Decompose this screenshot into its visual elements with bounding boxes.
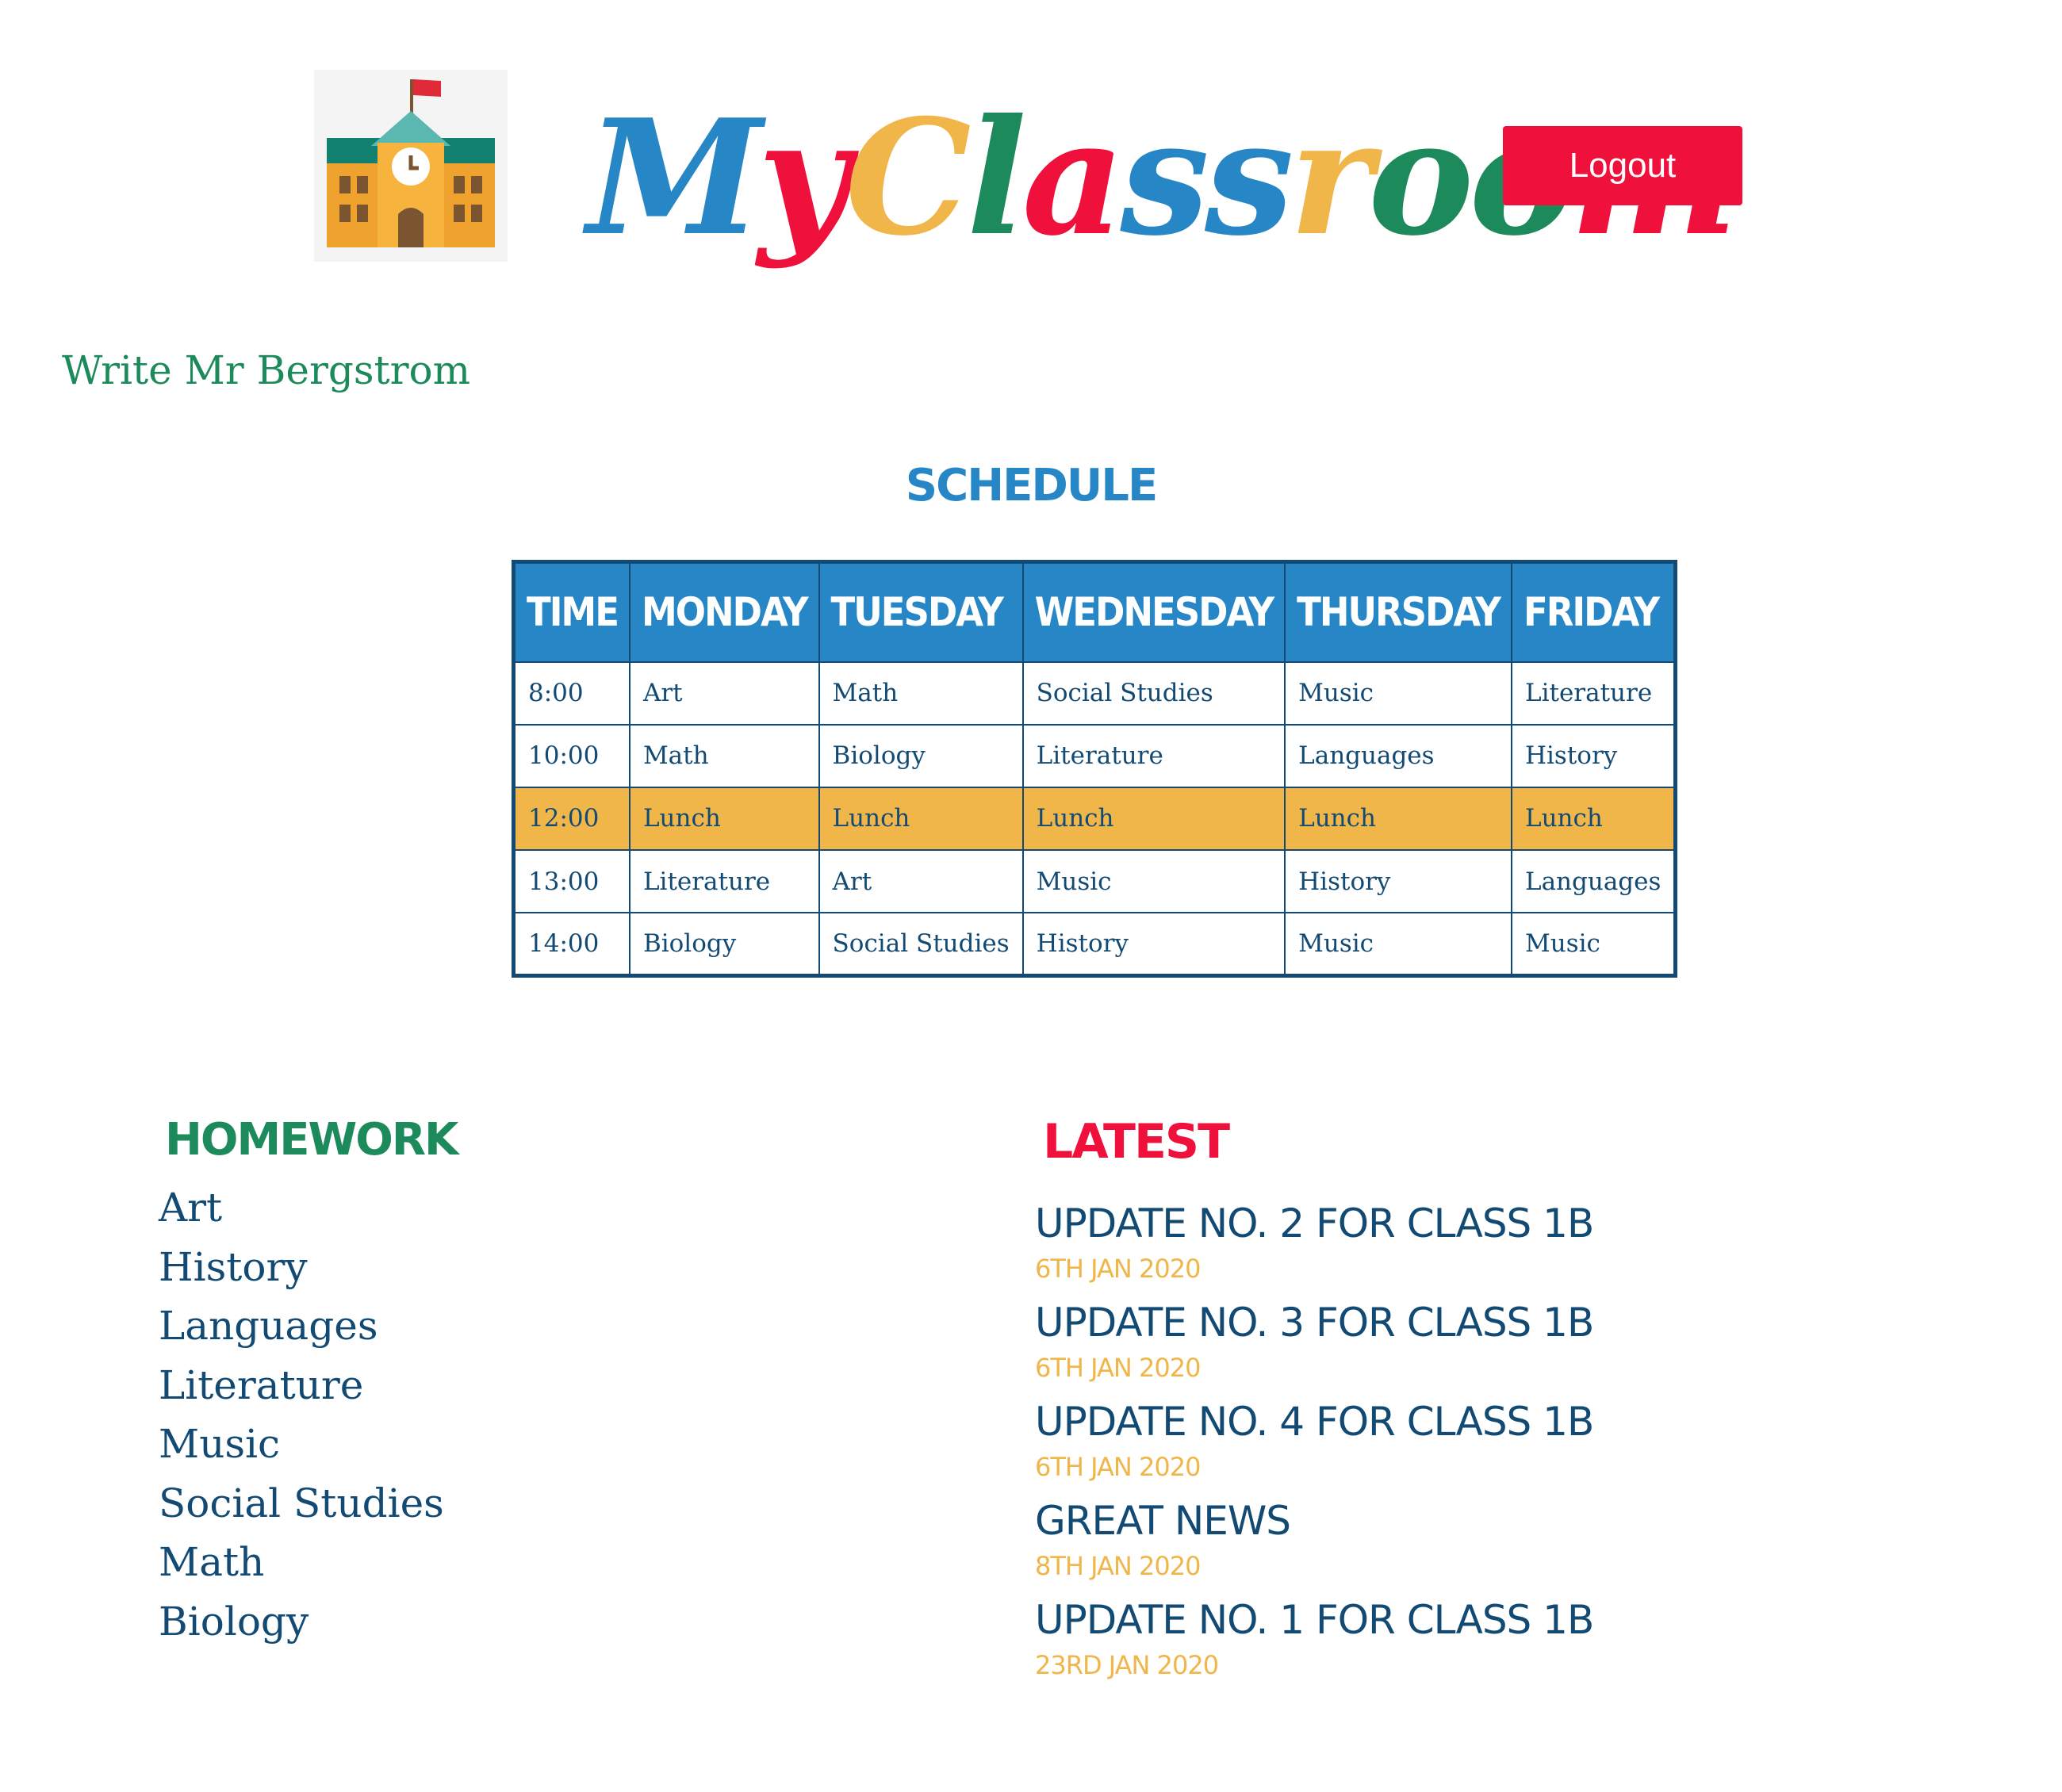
schedule-time-cell: 12:00 <box>512 786 630 852</box>
news-date: 6TH JAN 2020 <box>1035 1452 1201 1482</box>
schedule-time-cell: 10:00 <box>512 723 630 788</box>
news-title-link[interactable]: UPDATE NO. 3 FOR CLASS 1B <box>1035 1296 1594 1349</box>
schedule-subject-cell: Lunch <box>1510 786 1677 852</box>
homework-title: HOMEWORK <box>165 1114 458 1166</box>
news-item[interactable]: UPDATE NO. 4 FOR CLASS 1B 6TH JAN 2020 <box>1035 1396 1594 1495</box>
homework-item[interactable]: Art <box>159 1178 444 1238</box>
homework-list: Art History Languages Literature Music Social… <box>159 1178 444 1651</box>
schedule-title: SCHEDULE <box>905 460 1158 511</box>
schedule-subject-cell: Art <box>818 849 1024 914</box>
brand-letter: o <box>1367 85 1474 271</box>
news-title-link[interactable]: UPDATE NO. 2 FOR CLASS 1B <box>1035 1197 1594 1250</box>
news-item[interactable]: UPDATE NO. 1 FOR CLASS 1B 23RD JAN 2020 <box>1035 1594 1594 1693</box>
homework-item[interactable]: History <box>159 1238 444 1297</box>
school-logo[interactable] <box>314 70 508 262</box>
schedule-subject-cell: Music <box>1021 849 1286 914</box>
schedule-subject-cell: History <box>1284 849 1512 914</box>
homework-item[interactable]: Literature <box>159 1356 444 1415</box>
schedule-subject-cell: Literature <box>628 849 820 914</box>
schedule-header-time: TIME <box>512 561 630 662</box>
news-item[interactable]: GREAT NEWS 8TH JAN 2020 <box>1035 1495 1593 1594</box>
schedule-subject-cell: Lunch <box>818 786 1024 852</box>
schedule-subject-cell: History <box>1021 912 1286 977</box>
brand-wordmark: MyClassroom <box>587 75 1738 281</box>
news-date: 6TH JAN 2020 <box>1035 1254 1201 1284</box>
schedule-table: TIME MONDAY TUESDAY WEDNESDAY THURSDAY FRIDAY… <box>512 560 1678 978</box>
brand-letter: a <box>1021 85 1125 271</box>
homework-item[interactable]: Languages <box>159 1296 444 1356</box>
schedule-subject-cell: Biology <box>628 912 820 977</box>
homework-item[interactable]: Math <box>159 1533 444 1592</box>
schedule-row: 13:00 Literature Art Music History Languages <box>512 849 1677 914</box>
news-date: 23RD JAN 2020 <box>1035 1650 1219 1680</box>
brand-letter: C <box>845 85 972 271</box>
schedule-header-friday: FRIDAY <box>1510 561 1676 662</box>
news-item[interactable]: UPDATE NO. 2 FOR CLASS 1B 6TH JAN 2020 <box>1035 1197 1594 1296</box>
schedule-time-cell: 8:00 <box>512 661 630 726</box>
schedule-header-thursday: THURSDAY <box>1284 561 1512 662</box>
news-date: 6TH JAN 2020 <box>1035 1353 1201 1383</box>
schedule-header-monday: MONDAY <box>628 561 819 662</box>
news-title-link[interactable]: GREAT NEWS <box>1035 1495 1593 1547</box>
schedule-subject-cell: Social Studies <box>818 912 1024 977</box>
schedule-row: 10:00 Math Biology Literature Languages Histo… <box>512 723 1677 788</box>
homework-item[interactable]: Social Studies <box>159 1474 444 1534</box>
schedule-subject-cell: Music <box>1284 912 1512 977</box>
latest-title: LATEST <box>1043 1114 1230 1170</box>
schedule-subject-cell: Music <box>1510 912 1677 977</box>
schedule-time-cell: 13:00 <box>512 849 630 914</box>
schedule-subject-cell: Literature <box>1510 661 1677 726</box>
schedule-subject-cell: Math <box>628 723 820 788</box>
news-item[interactable]: UPDATE NO. 3 FOR CLASS 1B 6TH JAN 2020 <box>1035 1296 1594 1396</box>
schedule-subject-cell: Math <box>818 661 1024 726</box>
schedule-header-wednesday: WEDNESDAY <box>1021 561 1286 662</box>
news-date: 8TH JAN 2020 <box>1035 1551 1201 1581</box>
schedule-subject-cell: Lunch <box>628 786 820 852</box>
schedule-body: 8:00 Art Math Social Studies Music Literature… <box>512 661 1677 977</box>
schedule-subject-cell: Lunch <box>1284 786 1512 852</box>
schedule-row: 14:00 Biology Social Studies History Music Mu… <box>512 912 1677 977</box>
school-building-icon <box>327 79 495 247</box>
schedule-row: 8:00 Art Math Social Studies Music Literature <box>512 661 1677 726</box>
schedule-subject-cell: Art <box>628 661 820 726</box>
homework-item[interactable]: Biology <box>159 1592 444 1652</box>
schedule-subject-cell: History <box>1510 723 1677 788</box>
brand-letter: s <box>1120 85 1209 271</box>
schedule-subject-cell: Lunch <box>1021 786 1286 852</box>
schedule-subject-cell: Literature <box>1021 723 1286 788</box>
brand-logo[interactable]: MyClassroom <box>587 75 1738 281</box>
schedule-subject-cell: Biology <box>818 723 1024 788</box>
brand-letter: y <box>757 85 849 271</box>
brand-letter: r <box>1289 85 1373 271</box>
schedule-subject-cell: Social Studies <box>1021 661 1286 726</box>
schedule-header-tuesday: TUESDAY <box>818 561 1023 662</box>
news-title-link[interactable]: UPDATE NO. 4 FOR CLASS 1B <box>1035 1396 1594 1448</box>
schedule-subject-cell: Music <box>1284 661 1512 726</box>
logout-button[interactable]: Logout <box>1503 126 1742 205</box>
schedule-time-cell: 14:00 <box>512 912 630 977</box>
news-title-link[interactable]: UPDATE NO. 1 FOR CLASS 1B <box>1035 1594 1594 1646</box>
homework-item[interactable]: Music <box>159 1415 444 1474</box>
user-greeting: Write Mr Bergstrom <box>62 347 471 393</box>
schedule-subject-cell: Languages <box>1510 849 1677 914</box>
brand-letter: l <box>966 85 1027 271</box>
schedule-header-row: TIME MONDAY TUESDAY WEDNESDAY THURSDAY FRIDAY <box>512 561 1676 662</box>
schedule-row: 12:00 Lunch Lunch Lunch Lunch Lunch <box>512 786 1677 852</box>
brand-letter: M <box>587 85 762 271</box>
schedule-subject-cell: Languages <box>1284 723 1512 788</box>
brand-letter: s <box>1204 85 1294 271</box>
latest-list: UPDATE NO. 2 FOR CLASS 1B 6TH JAN 2020 UPD… <box>1035 1197 1594 1693</box>
